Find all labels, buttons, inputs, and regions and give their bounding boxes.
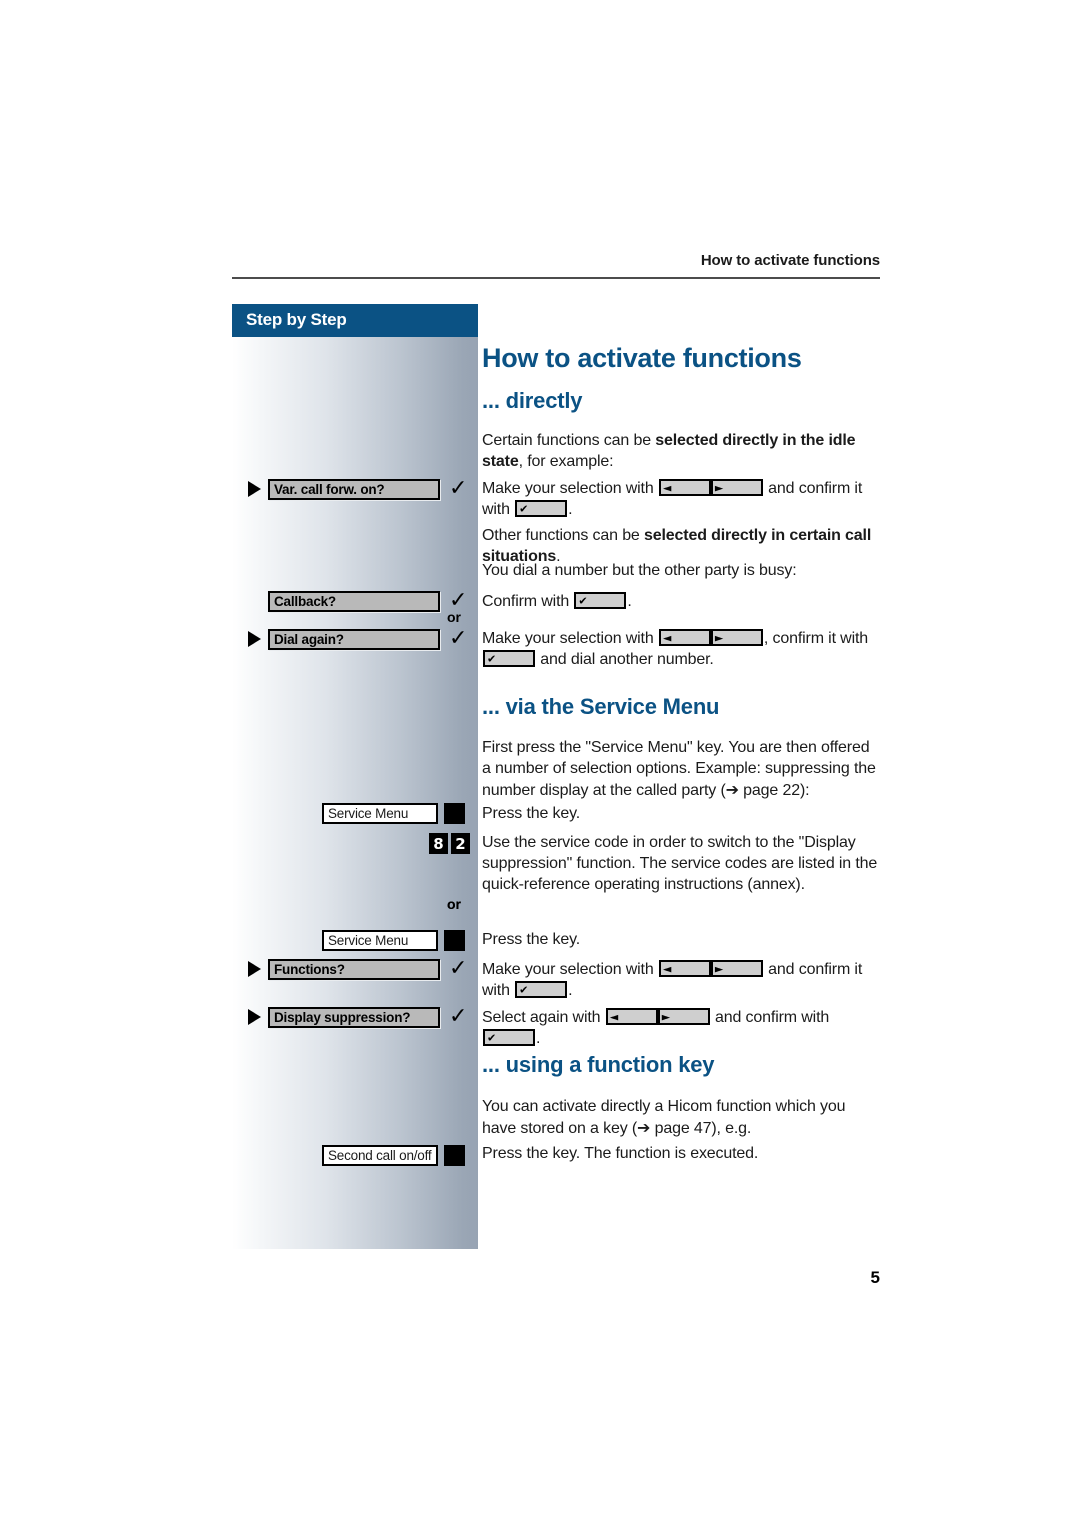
text-run: page 47), e.g. — [650, 1120, 752, 1138]
function-key-icon[interactable] — [444, 802, 465, 824]
page-number: 5 — [870, 1268, 880, 1287]
display-prompt-box[interactable]: Display suppression? — [268, 1006, 440, 1028]
right-arrow-key-icon[interactable]: ► — [710, 629, 763, 646]
page-title: How to activate functions — [482, 343, 802, 373]
digit-key-8[interactable]: 8 — [429, 833, 448, 854]
sidebar-row-display-suppression[interactable]: Display suppression? ✓ — [248, 1005, 467, 1029]
pointer-triangle-icon — [248, 631, 261, 647]
cross-reference-arrow-icon: ➔ — [637, 1118, 651, 1138]
display-prompt-box[interactable]: Var. call forw. on? — [268, 478, 440, 500]
paragraph-confirm-with: Confirm with ✔. — [482, 591, 882, 612]
paragraph-press-key-1: Press the key. — [482, 805, 581, 822]
text-run: Other functions can be — [482, 527, 644, 544]
sidebar-row-dial-again[interactable]: Dial again? ✓ — [248, 627, 467, 651]
pointer-triangle-icon — [248, 1009, 261, 1025]
paragraph-dial-busy: You dial a number but the other party is… — [482, 562, 797, 579]
confirm-check-icon: ✓ — [449, 956, 468, 981]
text-run: Make your selection with — [482, 630, 658, 647]
confirm-key-icon[interactable]: ✔ — [483, 650, 535, 668]
paragraph-press-key-3: Press the key. The function is executed. — [482, 1145, 759, 1162]
key-label-service-menu[interactable]: Service Menu — [322, 929, 438, 951]
left-arrow-key-icon[interactable]: ◄ — [605, 1008, 658, 1025]
header-rule — [232, 277, 880, 279]
left-arrow-key-icon[interactable]: ◄ — [658, 960, 711, 977]
text-run: , for example: — [518, 453, 614, 471]
display-prompt-box[interactable]: Callback? — [268, 590, 440, 612]
text-run: . — [568, 501, 573, 519]
text-run: Make your selection with — [482, 961, 658, 978]
right-arrow-key-icon[interactable]: ► — [710, 960, 763, 977]
sidebar-row-functions[interactable]: Functions? ✓ — [248, 957, 467, 981]
sidebar-row-second-call[interactable]: Second call on/off — [322, 1143, 465, 1167]
text-run: page 22): — [738, 782, 810, 800]
section-heading-directly: ... directly — [482, 388, 583, 413]
paragraph-make-selection-3: Make your selection with ◄ ► and confirm … — [482, 959, 882, 1001]
paragraph-directly-intro: Certain functions can be selected direct… — [482, 430, 882, 472]
running-header: How to activate functions — [700, 252, 880, 269]
text-run: and confirm with — [710, 1009, 830, 1026]
confirm-check-icon: ✓ — [449, 476, 468, 501]
text-run: Select again with — [482, 1009, 605, 1026]
section-heading-function-key: ... using a function key — [482, 1052, 715, 1077]
sidebar-row-callback[interactable]: Callback? ✓ — [248, 589, 467, 613]
paragraph-make-selection-2: Make your selection with ◄ ►, confirm it … — [482, 628, 882, 670]
sidebar-row-service-menu-key-2[interactable]: Service Menu — [322, 928, 465, 952]
step-by-step-label: Step by Step — [246, 310, 347, 329]
paragraph-select-again: Select again with ◄ ► and confirm with ✔. — [482, 1007, 882, 1049]
text-run: and dial another number. — [536, 651, 714, 669]
confirm-key-icon[interactable]: ✔ — [515, 981, 568, 999]
key-label-service-menu[interactable]: Service Menu — [322, 802, 438, 824]
confirm-check-icon: ✓ — [449, 626, 468, 651]
left-arrow-key-icon[interactable]: ◄ — [658, 479, 711, 496]
sidebar-row-service-menu-key-1[interactable]: Service Menu — [322, 801, 465, 825]
section-heading-service-menu: ... via the Service Menu — [482, 694, 720, 719]
text-run: Make your selection with — [482, 480, 658, 497]
text-run: First press the "Service Menu" key. You … — [482, 739, 876, 800]
document-page: How to activate functions Step by Step V… — [0, 0, 1080, 1528]
function-key-icon[interactable] — [444, 929, 465, 951]
display-prompt-box[interactable]: Functions? — [268, 958, 440, 980]
sidebar-or-label-1: or — [447, 609, 461, 625]
confirm-key-icon[interactable]: ✔ — [574, 592, 627, 609]
sidebar-row-var-call-forw-on[interactable]: Var. call forw. on? ✓ — [248, 477, 467, 501]
confirm-check-icon: ✓ — [449, 588, 468, 613]
right-arrow-key-icon[interactable]: ► — [710, 479, 763, 496]
paragraph-make-selection-1: Make your selection with ◄ ► and confirm … — [482, 478, 882, 520]
cross-reference-arrow-icon: ➔ — [725, 780, 739, 800]
paragraph-service-code: Use the service code in order to switch … — [482, 834, 878, 894]
function-key-icon[interactable] — [444, 1144, 465, 1166]
text-run: , confirm it with — [763, 630, 869, 647]
confirm-key-icon[interactable]: ✔ — [483, 1029, 535, 1047]
digit-key-2[interactable]: 2 — [451, 833, 470, 854]
text-run: Certain functions can be — [482, 432, 656, 449]
pointer-triangle-icon — [248, 481, 261, 497]
right-arrow-key-icon[interactable]: ► — [657, 1008, 710, 1025]
paragraph-service-menu-intro: First press the "Service Menu" key. You … — [482, 737, 882, 801]
pointer-triangle-icon — [248, 961, 261, 977]
confirm-key-icon[interactable]: ✔ — [515, 500, 568, 518]
text-run: Confirm with — [482, 593, 574, 610]
left-arrow-key-icon[interactable]: ◄ — [658, 629, 711, 646]
display-prompt-box[interactable]: Dial again? — [268, 628, 440, 650]
paragraph-function-key-intro: You can activate directly a Hicom functi… — [482, 1096, 882, 1139]
text-run: . — [627, 593, 632, 610]
main-or-label: or — [447, 896, 461, 912]
paragraph-press-key-2: Press the key. — [482, 931, 581, 948]
text-run: . — [568, 982, 573, 1000]
key-label-second-call[interactable]: Second call on/off — [322, 1144, 438, 1166]
step-by-step-column — [232, 337, 478, 1249]
text-run: . — [536, 1030, 541, 1048]
confirm-check-icon: ✓ — [449, 1004, 468, 1029]
service-code-keys[interactable]: 8 2 — [429, 833, 470, 854]
